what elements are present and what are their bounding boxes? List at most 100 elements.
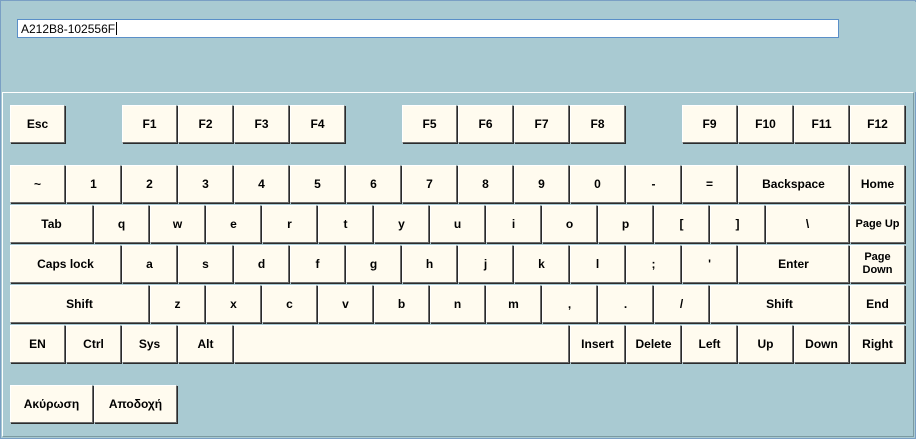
key-right-bracket[interactable]: ] — [710, 205, 765, 243]
key-d[interactable]: d — [234, 245, 289, 283]
key-quote[interactable]: ' — [682, 245, 737, 283]
key-2[interactable]: 2 — [122, 165, 177, 203]
key-5[interactable]: 5 — [290, 165, 345, 203]
key-label: F2 — [198, 116, 213, 131]
key-w[interactable]: w — [150, 205, 205, 243]
key-label: \ — [805, 216, 810, 231]
key-f4[interactable]: F4 — [290, 105, 345, 143]
key-3[interactable]: 3 — [178, 165, 233, 203]
key-end[interactable]: End — [850, 285, 905, 323]
key-label: o — [565, 216, 574, 231]
key-left-bracket[interactable]: [ — [654, 205, 709, 243]
key-label: F9 — [702, 116, 717, 131]
key-9[interactable]: 9 — [514, 165, 569, 203]
key-b[interactable]: b — [374, 285, 429, 323]
key-language-en[interactable]: EN — [10, 325, 65, 363]
key-label: f — [315, 256, 320, 271]
key-label: Backspace — [762, 176, 825, 191]
key-f2[interactable]: F2 — [178, 105, 233, 143]
key-f[interactable]: f — [290, 245, 345, 283]
key-page-down[interactable]: Page Down — [850, 245, 905, 283]
key-tab[interactable]: Tab — [10, 205, 93, 243]
key-down[interactable]: Down — [794, 325, 849, 363]
key-f10[interactable]: F10 — [738, 105, 793, 143]
key-right[interactable]: Right — [850, 325, 905, 363]
key-y[interactable]: y — [374, 205, 429, 243]
key-0[interactable]: 0 — [570, 165, 625, 203]
key-f5[interactable]: F5 — [402, 105, 457, 143]
key-delete[interactable]: Delete — [626, 325, 681, 363]
key-f3[interactable]: F3 — [234, 105, 289, 143]
key-4[interactable]: 4 — [234, 165, 289, 203]
key-home[interactable]: Home — [850, 165, 905, 203]
key-period[interactable]: . — [598, 285, 653, 323]
key-n[interactable]: n — [430, 285, 485, 323]
key-k[interactable]: k — [514, 245, 569, 283]
key-left[interactable]: Left — [682, 325, 737, 363]
key-page-up[interactable]: Page Up — [850, 205, 905, 243]
key-h[interactable]: h — [402, 245, 457, 283]
key-z[interactable]: z — [150, 285, 205, 323]
key-q[interactable]: q — [94, 205, 149, 243]
key-f12[interactable]: F12 — [850, 105, 905, 143]
key-x[interactable]: x — [206, 285, 261, 323]
key-f6[interactable]: F6 — [458, 105, 513, 143]
key-label: ~ — [33, 176, 41, 191]
key-label: Enter — [778, 256, 809, 271]
key-shift-left[interactable]: Shift — [10, 285, 149, 323]
key-comma[interactable]: , — [542, 285, 597, 323]
key-slash[interactable]: / — [654, 285, 709, 323]
key-esc[interactable]: Esc — [10, 105, 65, 143]
key-ctrl[interactable]: Ctrl — [66, 325, 121, 363]
key-up[interactable]: Up — [738, 325, 793, 363]
key-enter[interactable]: Enter — [738, 245, 849, 283]
key-sys[interactable]: Sys — [122, 325, 177, 363]
key-f8[interactable]: F8 — [570, 105, 625, 143]
key-g[interactable]: g — [346, 245, 401, 283]
key-p[interactable]: p — [598, 205, 653, 243]
key-s[interactable]: s — [178, 245, 233, 283]
key-backslash[interactable]: \ — [766, 205, 849, 243]
key-label: [ — [679, 216, 684, 231]
key-space[interactable] — [234, 325, 569, 363]
key-f1[interactable]: F1 — [122, 105, 177, 143]
key-f9[interactable]: F9 — [682, 105, 737, 143]
key-minus[interactable]: - — [626, 165, 681, 203]
key-7[interactable]: 7 — [402, 165, 457, 203]
key-label: F5 — [422, 116, 437, 131]
key-1[interactable]: 1 — [66, 165, 121, 203]
key-semicolon[interactable]: ; — [626, 245, 681, 283]
key-insert[interactable]: Insert — [570, 325, 625, 363]
key-tilde[interactable]: ~ — [10, 165, 65, 203]
key-label: 2 — [146, 176, 153, 191]
key-l[interactable]: l — [570, 245, 625, 283]
key-label: 5 — [314, 176, 321, 191]
text-input-field[interactable]: A212B8-102556F — [17, 19, 839, 38]
key-8[interactable]: 8 — [458, 165, 513, 203]
key-r[interactable]: r — [262, 205, 317, 243]
key-label: F1 — [142, 116, 157, 131]
key-m[interactable]: m — [486, 285, 541, 323]
key-backspace[interactable]: Backspace — [738, 165, 849, 203]
key-label: 8 — [482, 176, 489, 191]
key-equals[interactable]: = — [682, 165, 737, 203]
key-f11[interactable]: F11 — [794, 105, 849, 143]
key-j[interactable]: j — [458, 245, 513, 283]
key-caps-lock[interactable]: Caps lock — [10, 245, 121, 283]
key-a[interactable]: a — [122, 245, 177, 283]
accept-button[interactable]: Αποδοχή — [94, 385, 177, 423]
key-i[interactable]: i — [486, 205, 541, 243]
key-label: F11 — [811, 116, 832, 131]
key-label: Sys — [138, 336, 161, 351]
key-t[interactable]: t — [318, 205, 373, 243]
key-shift-right[interactable]: Shift — [710, 285, 849, 323]
key-v[interactable]: v — [318, 285, 373, 323]
key-o[interactable]: o — [542, 205, 597, 243]
key-f7[interactable]: F7 — [514, 105, 569, 143]
cancel-button[interactable]: Ακύρωση — [10, 385, 93, 423]
key-6[interactable]: 6 — [346, 165, 401, 203]
key-u[interactable]: u — [430, 205, 485, 243]
key-c[interactable]: c — [262, 285, 317, 323]
key-alt[interactable]: Alt — [178, 325, 233, 363]
key-e[interactable]: e — [206, 205, 261, 243]
